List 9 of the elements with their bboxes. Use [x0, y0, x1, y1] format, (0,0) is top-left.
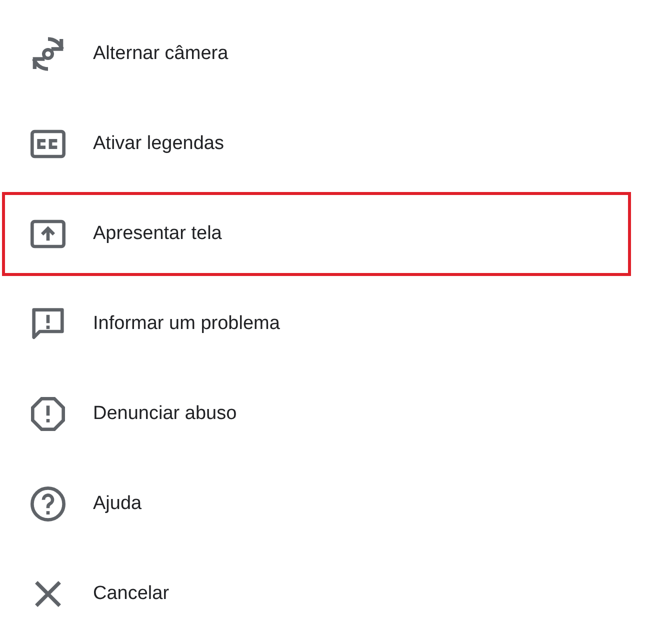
- menu-item[interactable]: Ajuda: [2, 462, 631, 546]
- help-icon: [28, 484, 68, 524]
- menu-item[interactable]: Apresentar tela: [2, 192, 631, 276]
- report-octagon-icon: [28, 394, 68, 434]
- menu-item[interactable]: Denunciar abuso: [2, 372, 631, 456]
- menu-item[interactable]: Alternar câmera: [2, 12, 631, 96]
- menu-item[interactable]: Ativar legendas: [2, 102, 631, 186]
- menu-item[interactable]: Informar um problema: [2, 282, 631, 366]
- menu-item[interactable]: Cancelar: [2, 552, 631, 617]
